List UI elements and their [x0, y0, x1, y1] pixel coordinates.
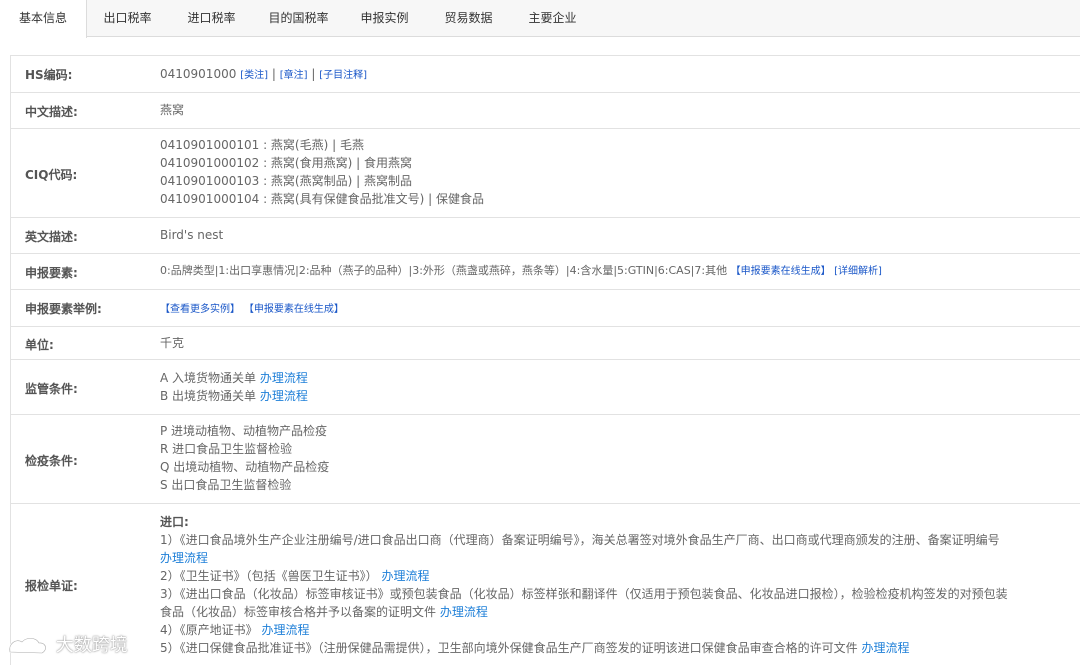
declaration-examples-links: 【查看更多实例】 【申报要素在线生成】 — [160, 299, 344, 317]
declaration-examples-row: 申报要素举例: 【查看更多实例】 【申报要素在线生成】 — [11, 290, 1080, 327]
cn-desc-value: 燕窝 — [160, 103, 185, 117]
en-desc-value: Bird's nest — [160, 228, 224, 242]
declaration-elements-text: 0:品牌类型|1:出口享惠情况|2:品种（燕子的品种）|3:外形（燕盏或燕碎，燕… — [160, 264, 728, 277]
unit-value: 千克 — [160, 336, 185, 350]
inspection-doc-text: 4）《原产地证书》 — [160, 623, 258, 637]
inspection-doc-text: 5）《进口保健食品批准证书》（注册保健品需提供），卫生部向境外保健食品生产厂商签… — [160, 641, 858, 655]
tab-destination-tax[interactable]: 目的国税率 — [256, 0, 341, 37]
tab-export-tax[interactable]: 出口税率 — [88, 0, 167, 37]
declaration-elements-label: 申报要素: — [25, 266, 78, 280]
separator: | — [271, 67, 276, 81]
inspection-docs-list: 进口: 1）《进口食品境外生产企业注册编号/进口食品出口商（代理商）备案证明编号… — [160, 513, 1008, 657]
ciq-item: 0410901000103 : 燕窝(燕窝制品) | 燕窝制品 — [160, 174, 412, 188]
process-link[interactable]: 办理流程 — [260, 371, 308, 385]
inspection-doc-line: 5）《进口保健食品批准证书》（注册保健品需提供），卫生部向境外保健食品生产厂商签… — [160, 639, 1008, 657]
supervision-label: 监管条件: — [25, 382, 78, 396]
ciq-item: 0410901000104 : 燕窝(具有保健食品批准文号) | 保健食品 — [160, 192, 484, 206]
tab-main-companies[interactable]: 主要企业 — [513, 0, 592, 37]
ciq-row: CIQ代码: 0410901000101 : 燕窝(毛燕) | 毛燕 04109… — [11, 129, 1080, 218]
process-link[interactable]: 办理流程 — [261, 623, 309, 637]
tab-trade-data[interactable]: 贸易数据 — [429, 0, 508, 37]
inspection-doc-text: 1）《进口食品境外生产企业注册编号/进口食品出口商（代理商）备案证明编号》，海关… — [160, 533, 1000, 547]
section-notes-link[interactable]: [类注] — [240, 70, 268, 81]
inspection-doc-text: 3）《进出口食品（化妆品）标签审核证书》或预包装食品（化妆品）标签样张和翻译件（… — [160, 587, 1008, 601]
tab-bar: 基本信息 出口税率 进口税率 目的国税率 申报实例 贸易数据 主要企业 — [0, 0, 1080, 38]
hs-code-value: 0410901000 [类注] | [章注] | [子目注释] — [160, 65, 367, 83]
hs-code-label: HS编码: — [25, 68, 73, 82]
supervision-text: B 出境货物通关单 — [160, 389, 257, 403]
unit-label: 单位: — [25, 338, 54, 352]
quarantine-list: P 进境动植物、动植物产品检疫 R 进口食品卫生监督检验 Q 出境动植物、动植物… — [160, 422, 329, 494]
ciq-label: CIQ代码: — [25, 168, 78, 182]
import-heading: 进口: — [160, 515, 189, 529]
inspection-doc-line: 4）《原产地证书》 办理流程 — [160, 621, 1008, 639]
quarantine-row: 检疫条件: P 进境动植物、动植物产品检疫 R 进口食品卫生监督检验 Q 出境动… — [11, 415, 1080, 504]
supervision-row: 监管条件: A 入境货物通关单 办理流程 B 出境货物通关单 办理流程 — [11, 360, 1080, 415]
watermark-text: 大数跨境 — [55, 635, 128, 656]
process-link[interactable]: 办理流程 — [440, 605, 488, 619]
watermark-logo-icon — [8, 637, 47, 655]
declaration-elements-value: 0:品牌类型|1:出口享惠情况|2:品种（燕子的品种）|3:外形（燕盏或燕碎，燕… — [160, 262, 882, 280]
inspection-doc-line: 2）《卫生证书》（包括《兽医卫生证书》） 办理流程 — [160, 567, 1008, 585]
more-examples-link[interactable]: 【查看更多实例】 — [160, 304, 240, 315]
inspection-doc-text: 2）《卫生证书》（包括《兽医卫生证书》） — [160, 569, 378, 583]
quarantine-item: S 出口食品卫生监督检验 — [160, 478, 292, 492]
en-desc-label: 英文描述: — [25, 230, 78, 244]
cn-desc-row: 中文描述: 燕窝 — [11, 93, 1080, 129]
tab-declaration-examples[interactable]: 申报实例 — [345, 0, 424, 37]
inspection-doc-text: 食品（化妆品）标签审核合格并予以备案的证明文件 — [160, 605, 437, 619]
ciq-list: 0410901000101 : 燕窝(毛燕) | 毛燕 041090100010… — [160, 136, 484, 208]
generate-elements-link[interactable]: 【申报要素在线生成】 — [731, 266, 831, 277]
supervision-text: A 入境货物通关单 — [160, 371, 257, 385]
supervision-item: A 入境货物通关单 办理流程 — [160, 369, 308, 387]
ciq-item: 0410901000102 : 燕窝(食用燕窝) | 食用燕窝 — [160, 156, 412, 170]
info-table: HS编码: 0410901000 [类注] | [章注] | [子目注释] 中文… — [10, 55, 1080, 665]
tab-basic-info[interactable]: 基本信息 — [0, 0, 87, 38]
quarantine-label: 检疫条件: — [25, 454, 78, 468]
supervision-item: B 出境货物通关单 办理流程 — [160, 387, 308, 405]
subheading-notes-link[interactable]: [子目注释] — [319, 70, 367, 81]
inspection-doc-line: 食品（化妆品）标签审核合格并予以备案的证明文件 办理流程 — [160, 603, 1008, 621]
ciq-item: 0410901000101 : 燕窝(毛燕) | 毛燕 — [160, 138, 364, 152]
declaration-elements-row: 申报要素: 0:品牌类型|1:出口享惠情况|2:品种（燕子的品种）|3:外形（燕… — [11, 254, 1080, 290]
en-desc-row: 英文描述: Bird's nest — [11, 218, 1080, 254]
generate-elements-online-link[interactable]: 【申报要素在线生成】 — [244, 304, 344, 315]
hs-code-number: 0410901000 — [160, 67, 237, 81]
process-link[interactable]: 办理流程 — [160, 551, 208, 565]
process-link[interactable]: 办理流程 — [861, 641, 909, 655]
inspection-doc-line: 办理流程 — [160, 549, 1008, 567]
quarantine-item: Q 出境动植物、动植物产品检疫 — [160, 460, 330, 474]
detailed-analysis-link[interactable]: [详细解析] — [834, 266, 882, 277]
process-link[interactable]: 办理流程 — [381, 569, 429, 583]
supervision-list: A 入境货物通关单 办理流程 B 出境货物通关单 办理流程 — [160, 369, 308, 405]
hs-code-row: HS编码: 0410901000 [类注] | [章注] | [子目注释] — [11, 56, 1080, 93]
inspection-docs-row: 报检单证: 进口: 1）《进口食品境外生产企业注册编号/进口食品出口商（代理商）… — [11, 504, 1080, 666]
quarantine-item: P 进境动植物、动植物产品检疫 — [160, 424, 328, 438]
quarantine-item: R 进口食品卫生监督检验 — [160, 442, 293, 456]
tab-import-tax[interactable]: 进口税率 — [172, 0, 251, 37]
cn-desc-label: 中文描述: — [25, 105, 78, 119]
declaration-examples-label: 申报要素举例: — [25, 302, 102, 316]
inspection-docs-label: 报检单证: — [25, 579, 78, 593]
watermark: 大数跨境 — [6, 632, 128, 660]
process-link[interactable]: 办理流程 — [260, 389, 308, 403]
chapter-notes-link[interactable]: [章注] — [280, 70, 308, 81]
separator: | — [311, 67, 316, 81]
unit-row: 单位: 千克 — [11, 327, 1080, 360]
